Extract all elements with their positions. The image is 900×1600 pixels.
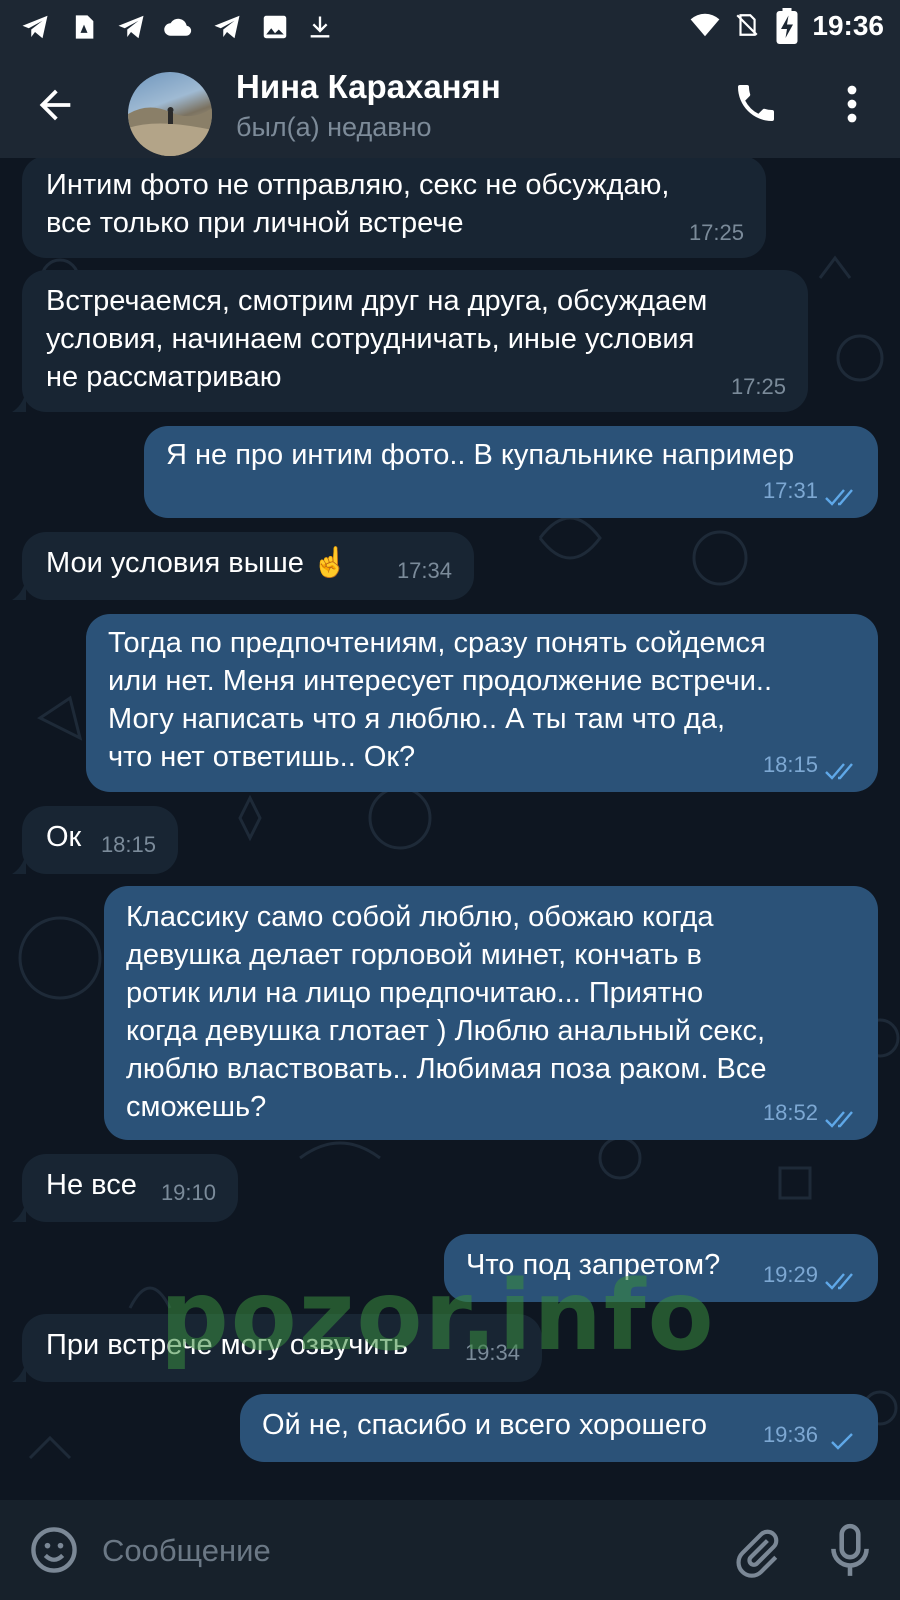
double-check-icon: [825, 1273, 853, 1290]
incoming-message[interactable]: Мои условия выше ☝️ 17:34: [12, 532, 474, 600]
outgoing-message[interactable]: Тогда по предпочтениям, сразу понять сой…: [86, 614, 878, 792]
phone-icon[interactable]: [732, 78, 780, 128]
outgoing-message[interactable]: Ой не, спасибо и всего хорошего 19:36: [240, 1394, 878, 1462]
telegram-icon: [118, 15, 144, 39]
message-time: 17:25: [730, 374, 786, 399]
status-bar-time: 19:36: [812, 10, 884, 41]
telegram-icon: [22, 15, 48, 39]
watermark: pozor.info: [160, 1260, 716, 1372]
message-time: 17:25: [688, 220, 744, 245]
message-time: 19:36: [762, 1422, 818, 1447]
message-text: Не все: [46, 1169, 137, 1201]
double-check-icon: [825, 763, 853, 780]
message-text: Мои условия выше ☝️: [46, 547, 349, 579]
message-composer: [0, 1500, 900, 1600]
double-check-icon: [825, 1111, 853, 1128]
contact-name[interactable]: Нина Караханян: [236, 68, 501, 106]
outgoing-message[interactable]: Классику само собой люблю, обожаю когда …: [104, 886, 878, 1140]
incoming-message[interactable]: Ок 18:15: [12, 806, 178, 874]
message-text: Ой не, спасибо и всего хорошего: [262, 1409, 708, 1441]
bubble-tail: [12, 854, 26, 874]
file-icon: [75, 15, 94, 39]
paperclip-icon[interactable]: [732, 1524, 782, 1578]
message-text: Интим фото не отправляю, секс не обсужда…: [46, 169, 670, 239]
message-time: 18:52: [762, 1100, 818, 1125]
emoji-icon[interactable]: [28, 1524, 80, 1576]
message-text: Встречаемся, смотрим друг на друга, обсу…: [46, 285, 708, 393]
bubble-tail: [12, 392, 26, 412]
incoming-message[interactable]: Не все 19:10: [12, 1154, 238, 1222]
incoming-message[interactable]: Встречаемся, смотрим друг на друга, обсу…: [12, 270, 808, 412]
message-time: 17:34: [396, 558, 452, 583]
outgoing-message[interactable]: Я не про интим фото.. В купальнике напри…: [144, 426, 878, 518]
message-time: 19:29: [762, 1262, 818, 1287]
message-time: 18:15: [100, 832, 156, 857]
check-icon: [831, 1433, 853, 1450]
download-icon: [310, 16, 330, 38]
no-sim-icon: [736, 14, 758, 36]
message-time: 18:15: [762, 752, 818, 777]
cloud-icon: [164, 18, 192, 36]
message-text: Ок: [46, 821, 82, 853]
wifi-icon: [690, 13, 720, 37]
avatar[interactable]: [128, 72, 212, 156]
incoming-message[interactable]: Интим фото не отправляю, секс не обсужда…: [22, 158, 766, 258]
contact-status: был(а) недавно: [236, 112, 432, 142]
message-time: 17:31: [762, 478, 818, 503]
status-bar: 19:36: [0, 0, 900, 52]
double-check-icon: [825, 489, 853, 506]
microphone-icon[interactable]: [828, 1522, 872, 1580]
bubble-tail: [12, 1202, 26, 1222]
bubble-tail: [12, 580, 26, 600]
message-text: Классику само собой люблю, обожаю когда …: [126, 901, 767, 1123]
message-input[interactable]: [100, 1526, 704, 1576]
telegram-icon: [214, 15, 240, 39]
back-arrow-icon[interactable]: [28, 82, 82, 128]
image-icon: [263, 15, 287, 39]
more-vertical-icon[interactable]: [834, 80, 870, 128]
message-text: Тогда по предпочтениям, сразу понять сой…: [108, 627, 773, 773]
chat-header: Нина Караханян был(а) недавно: [0, 52, 900, 158]
message-text: Я не про интим фото.. В купальнике напри…: [166, 439, 795, 471]
avatar-photo: [128, 107, 212, 156]
message-time: 19:10: [160, 1180, 216, 1205]
bubble-tail: [12, 1362, 26, 1382]
battery-charging-icon: [776, 8, 798, 44]
